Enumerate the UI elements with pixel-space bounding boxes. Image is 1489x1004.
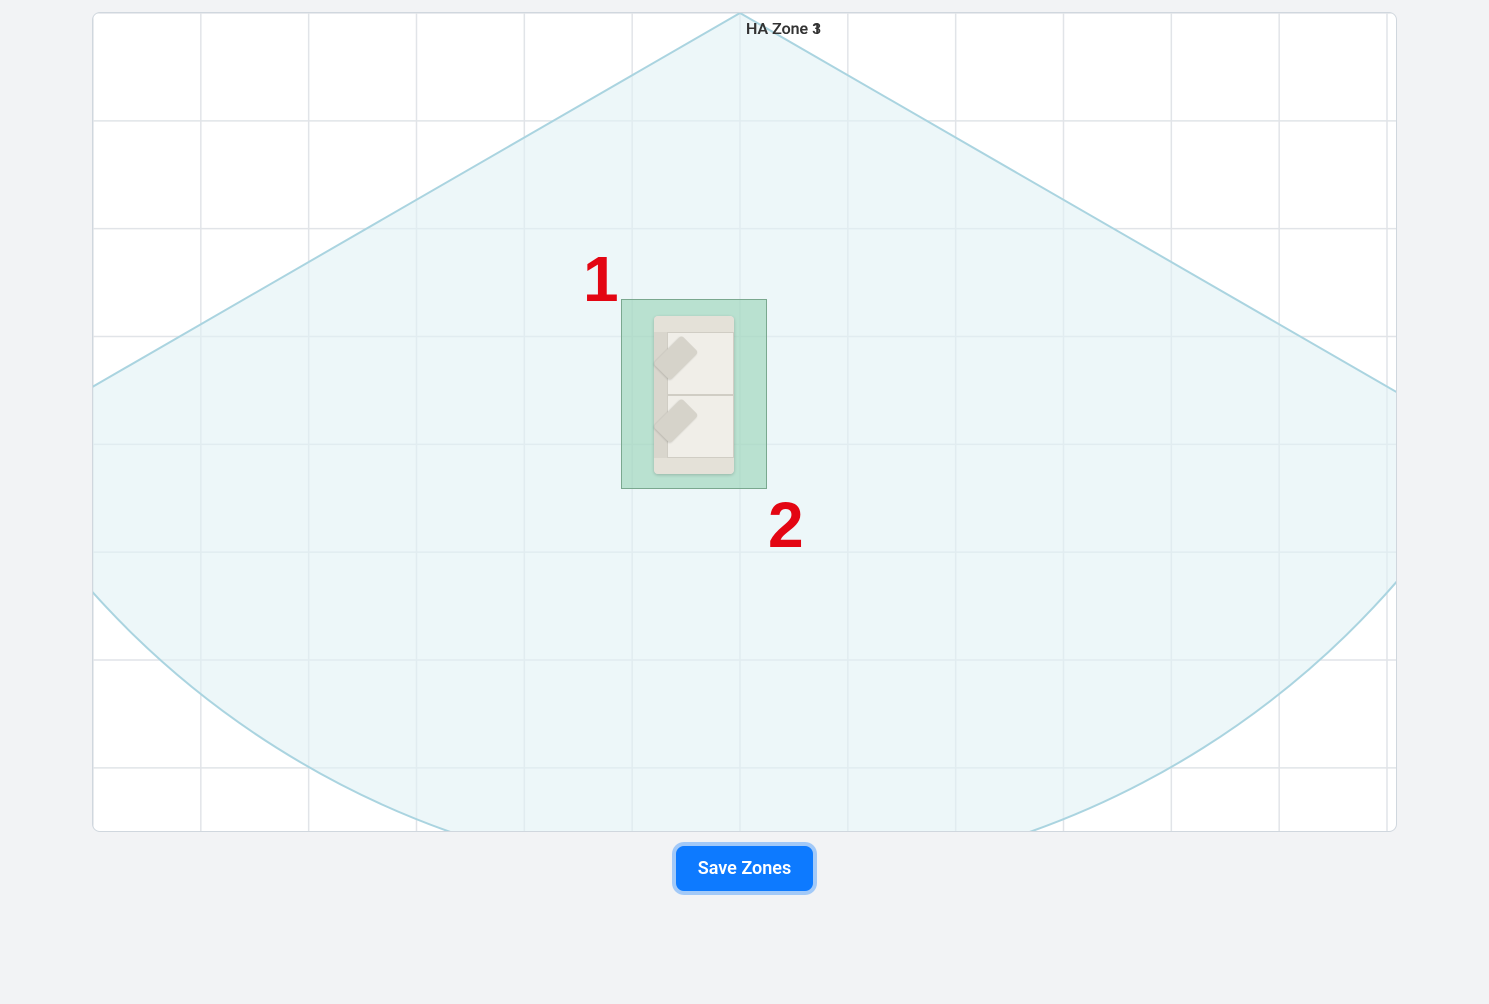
sofa-icon[interactable] xyxy=(654,316,734,474)
zone-rect-3[interactable] xyxy=(621,299,767,489)
zone-editor-canvas[interactable]: HA Zone 1 HA Zone 3 1 2 xyxy=(92,12,1397,832)
zone-label-3[interactable]: HA Zone 3 xyxy=(746,19,821,38)
callout-2: 2 xyxy=(768,493,804,557)
save-zones-button[interactable]: Save Zones xyxy=(676,846,813,891)
callout-1: 1 xyxy=(583,247,619,311)
